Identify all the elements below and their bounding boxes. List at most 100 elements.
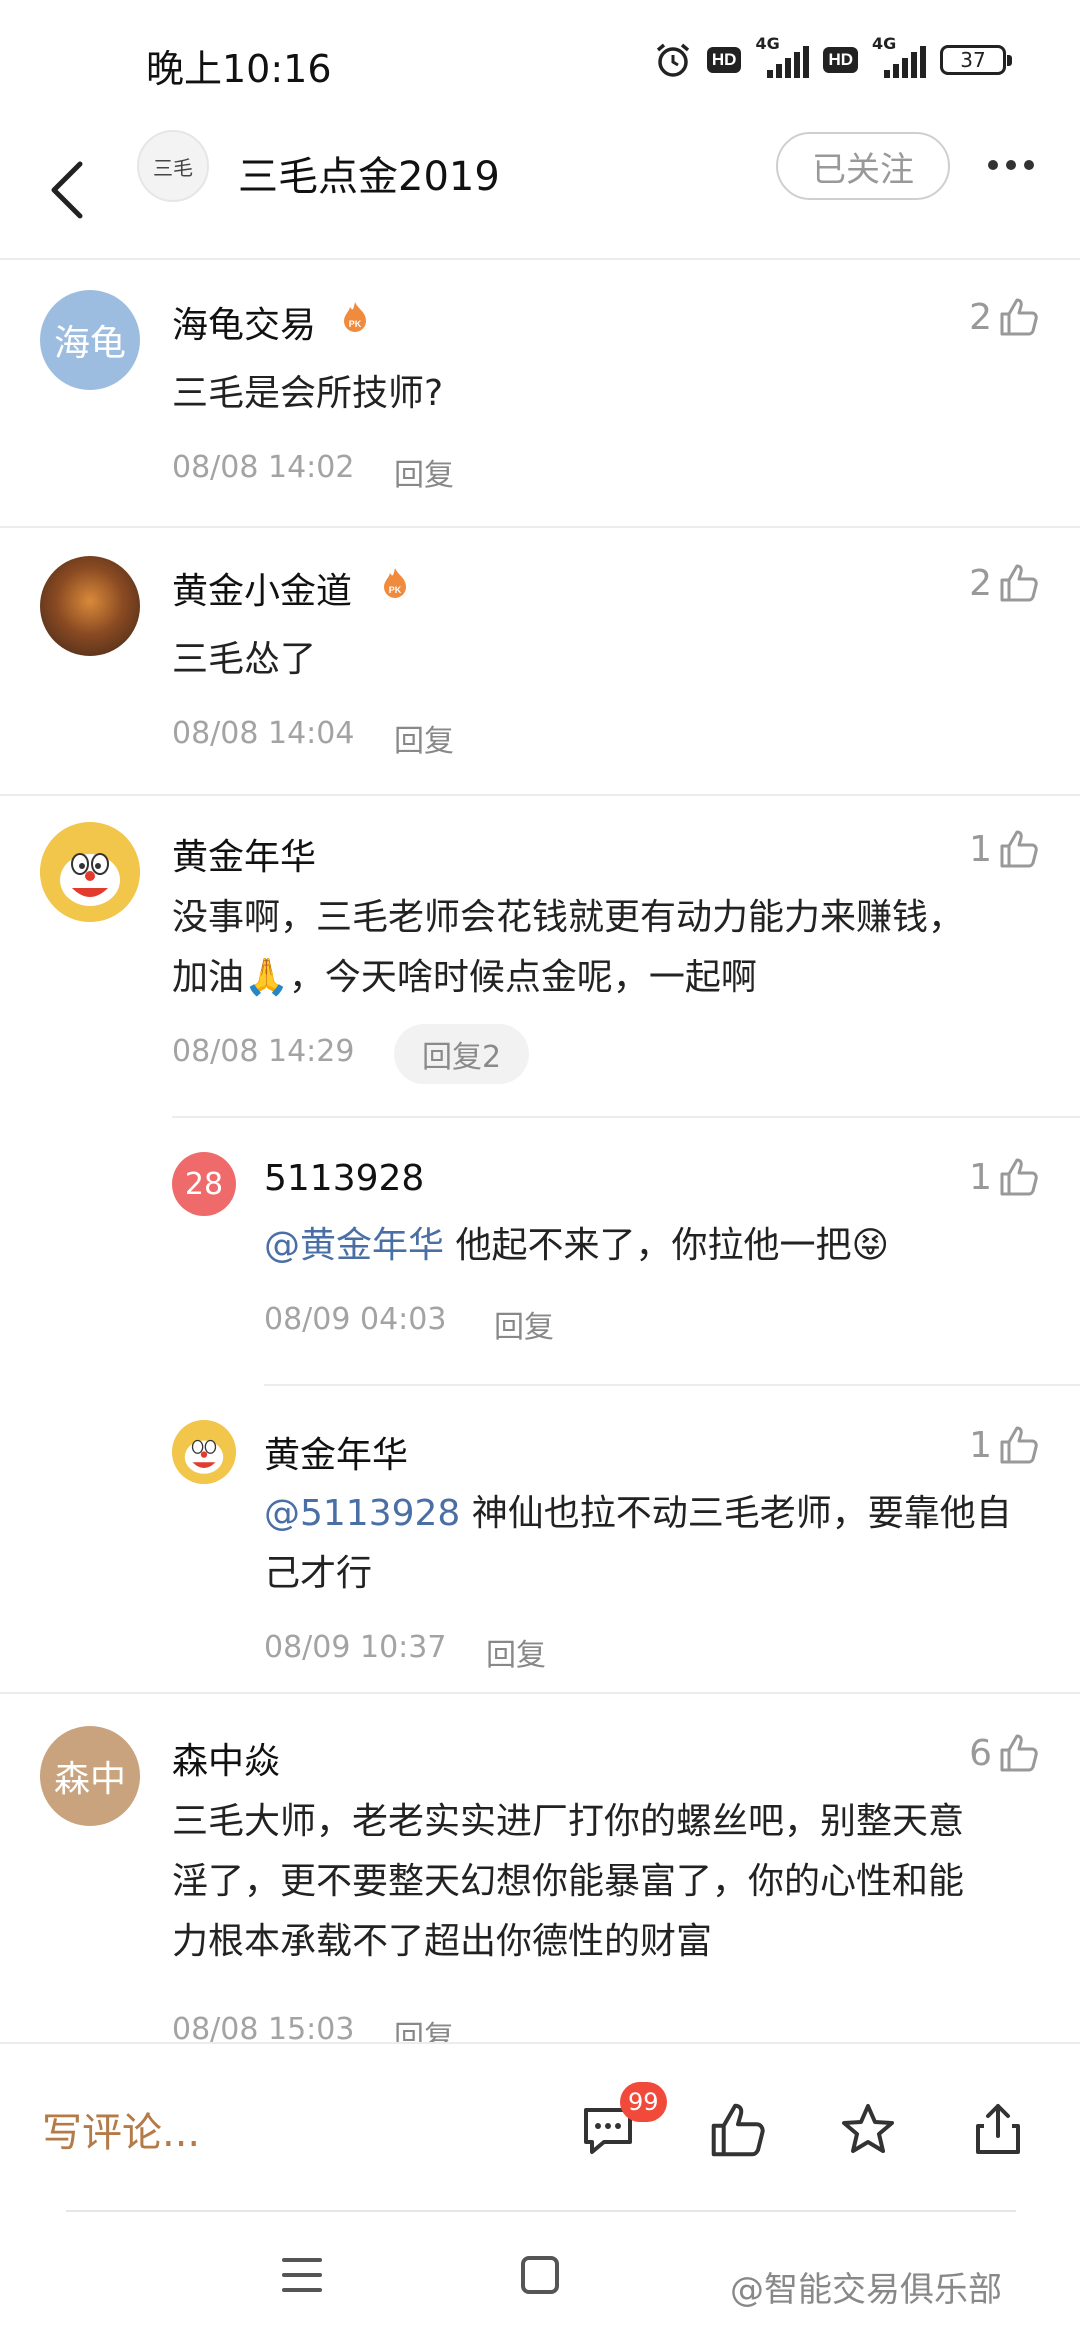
reply-button[interactable]: 回复 <box>394 2012 454 2042</box>
reply-date: 08/09 10:37 <box>264 1630 447 1665</box>
comment-text: 三毛是会所技师? <box>172 373 444 414</box>
thumbs-up-icon <box>1000 1426 1038 1464</box>
like-button[interactable]: 1 <box>969 1156 1040 1198</box>
share-icon <box>976 2104 1020 2154</box>
pk-fire-icon: PK <box>384 568 406 598</box>
pk-label: PK <box>389 585 402 595</box>
star-icon <box>842 2104 894 2153</box>
author-name[interactable]: 三毛点金2019 <box>238 144 500 202</box>
chevron-left-icon <box>51 161 83 219</box>
menu-line <box>282 2258 322 2262</box>
comment-item: 森中 森中焱 6 三毛大师，老老实实进厂打你的螺丝吧，别整天意 淫了，更不要整天… <box>0 1696 1080 2042</box>
like-count: 2 <box>969 562 992 604</box>
dot-icon <box>1024 160 1034 170</box>
battery-icon: 37 <box>940 45 1012 75</box>
comment-list[interactable]: 海龟 海龟交易 PK 2 三毛是会所技师? 08/08 14:02 回复 黄金小… <box>0 260 1080 2042</box>
status-bar: 晚上10:16 HD 4G HD 4G 37 <box>0 0 1080 120</box>
dot-icon <box>988 160 998 170</box>
divider <box>0 1692 1080 1694</box>
reply-text: @5113928 神仙也拉不动三毛老师，要靠他自 <box>264 1484 1012 1544</box>
view-replies-button[interactable]: 回复2 <box>394 1024 530 1084</box>
avatar[interactable]: 28 <box>172 1152 236 1216</box>
like-post-button[interactable] <box>704 2096 772 2164</box>
bottom-action-bar: 写评论... 99 <box>0 2042 1080 2212</box>
avatar[interactable] <box>40 556 140 656</box>
more-options-button[interactable] <box>976 140 1046 190</box>
comment-date: 08/08 14:02 <box>172 450 355 485</box>
comment-item: 黄金年华 1 没事啊，三毛老师会花钱就更有动力能力来赚钱， 加油🙏，今天啥时候点… <box>0 796 1080 1696</box>
thumbs-up-icon <box>1000 298 1038 336</box>
header: 三毛 三毛点金2019 已关注 <box>0 120 1080 260</box>
reply-body: 他起不来了，你拉他一把😝 <box>444 1225 889 1266</box>
hd-badge: HD <box>823 47 858 73</box>
avatar[interactable] <box>172 1420 236 1484</box>
comment-text-line: 淫了，更不要整天幻想你能暴富了，你的心性和能 <box>172 1861 965 1902</box>
recent-apps-button[interactable] <box>282 2258 322 2292</box>
divider <box>172 1116 1080 1118</box>
status-time: 晚上10:16 <box>146 47 332 91</box>
comment-username[interactable]: 森中焱 <box>172 1732 280 1784</box>
thumbs-up-icon <box>1000 564 1038 602</box>
comment-item: 黄金小金道 PK 2 三毛怂了 08/08 14:04 回复 <box>0 528 1080 796</box>
signal-icon: 4G <box>872 34 926 80</box>
like-count: 1 <box>969 828 992 870</box>
thumbs-up-icon <box>1000 1734 1038 1772</box>
like-count: 6 <box>969 1732 992 1774</box>
comment-date: 08/08 14:29 <box>172 1034 355 1069</box>
reply-button[interactable]: 回复 <box>394 716 454 760</box>
follow-button[interactable]: 已关注 <box>776 132 950 200</box>
write-comment-input[interactable]: 写评论... <box>42 2100 200 2158</box>
watermark: @智能交易俱乐部 <box>730 2270 1002 2310</box>
home-button[interactable] <box>521 2256 559 2294</box>
reply-button[interactable]: 回复 <box>394 450 454 494</box>
reply-body: 神仙也拉不动三毛老师，要靠他自 <box>460 1493 1012 1534</box>
like-count: 1 <box>969 1156 992 1198</box>
comment-text-line: 没事啊，三毛老师会花钱就更有动力能力来赚钱， <box>172 897 965 938</box>
like-button[interactable]: 1 <box>969 1424 1040 1466</box>
back-button[interactable] <box>40 150 100 230</box>
like-count: 2 <box>969 296 992 338</box>
like-button[interactable]: 2 <box>969 296 1040 338</box>
reply-username[interactable]: 黄金年华 <box>264 1426 408 1478</box>
menu-line <box>282 2273 322 2277</box>
like-button[interactable]: 2 <box>969 562 1040 604</box>
reply-button[interactable]: 回复 <box>494 1302 554 1346</box>
comment-text: 三毛怂了 <box>172 639 317 680</box>
comment-date: 08/08 14:04 <box>172 716 355 751</box>
favorite-button[interactable] <box>834 2096 902 2164</box>
comment-username[interactable]: 黄金小金道 <box>172 562 352 614</box>
menu-line <box>282 2288 322 2292</box>
comment-text-line: 三毛大师，老老实实进厂打你的螺丝吧，别整天意 <box>172 1801 965 1842</box>
reply-date: 08/09 04:03 <box>264 1302 447 1337</box>
thumbs-up-icon <box>1000 830 1038 868</box>
avatar[interactable]: 海龟 <box>40 290 140 390</box>
comment-username[interactable]: 海龟交易 <box>172 296 316 348</box>
mention-link[interactable]: @5113928 <box>264 1493 460 1534</box>
author-avatar[interactable]: 三毛 <box>137 130 209 202</box>
reply-text-line: 己才行 <box>264 1553 373 1594</box>
pk-label: PK <box>349 319 362 329</box>
like-count: 1 <box>969 1424 992 1466</box>
reply-button[interactable]: 回复 <box>486 1630 546 1674</box>
comment-text-line: 加油🙏，今天啥时候点金呢，一起啊 <box>172 957 757 998</box>
comment-count-badge: 99 <box>620 2082 667 2122</box>
hd-badge: HD <box>706 47 742 73</box>
status-icons: HD 4G HD 4G 37 <box>653 34 1012 80</box>
cartoon-avatar-icon <box>40 822 140 922</box>
divider <box>264 1384 1080 1386</box>
mention-link[interactable]: @黄金年华 <box>264 1225 444 1266</box>
like-button[interactable]: 6 <box>969 1732 1040 1774</box>
signal-icon: 4G <box>755 34 810 80</box>
dot-icon <box>1006 160 1016 170</box>
like-button[interactable]: 1 <box>969 828 1040 870</box>
comment-item: 海龟 海龟交易 PK 2 三毛是会所技师? 08/08 14:02 回复 <box>0 260 1080 528</box>
share-button[interactable] <box>964 2096 1032 2164</box>
reply-text: @黄金年华 他起不来了，你拉他一把😝 <box>264 1216 889 1276</box>
avatar[interactable]: 森中 <box>40 1726 140 1826</box>
comment-username[interactable]: 黄金年华 <box>172 828 316 880</box>
reply-username[interactable]: 5113928 <box>264 1158 424 1199</box>
avatar[interactable] <box>40 822 140 922</box>
thumbs-up-icon <box>711 2103 765 2157</box>
cartoon-avatar-icon <box>172 1420 236 1484</box>
pk-fire-icon: PK <box>344 302 366 332</box>
